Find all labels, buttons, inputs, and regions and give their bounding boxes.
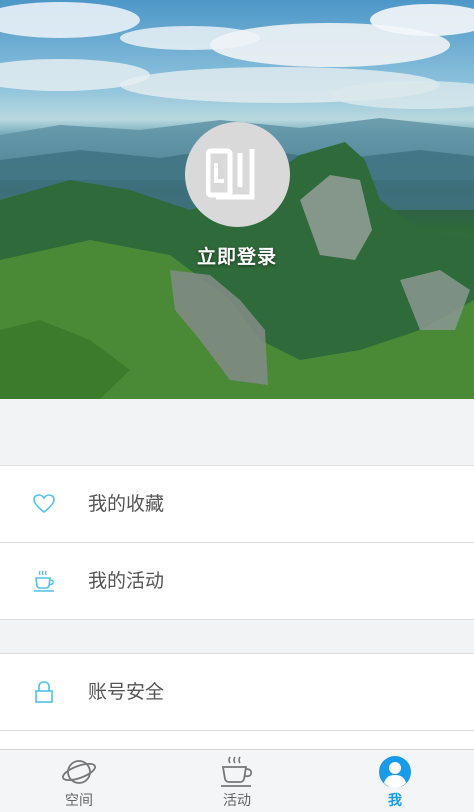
tab-me[interactable]: 我 bbox=[316, 750, 474, 812]
user-icon bbox=[379, 756, 411, 788]
profile-header: 立即登录 bbox=[0, 0, 474, 399]
menu-item-label: 账号安全 bbox=[88, 681, 165, 703]
login-button[interactable]: 立即登录 bbox=[0, 242, 474, 269]
coffee-cup-icon bbox=[34, 570, 54, 592]
tab-label: 活动 bbox=[223, 793, 251, 809]
primary-menu: 我的收藏 我的活动 bbox=[0, 465, 474, 620]
lock-icon bbox=[35, 681, 53, 703]
menu-item-activities[interactable]: 我的活动 bbox=[0, 542, 474, 619]
bottom-tab-bar: 空间 活动 我 bbox=[0, 749, 474, 812]
planet-icon bbox=[61, 760, 97, 784]
tab-label: 我 bbox=[388, 793, 402, 809]
coffee-cup-icon bbox=[221, 756, 252, 787]
tab-space[interactable]: 空间 bbox=[0, 750, 158, 812]
tab-activities[interactable]: 活动 bbox=[158, 750, 316, 812]
tab-label: 空间 bbox=[65, 793, 93, 809]
menu-item-favorites[interactable]: 我的收藏 bbox=[0, 466, 474, 542]
heart-icon bbox=[33, 494, 55, 514]
app-logo-icon bbox=[205, 148, 254, 199]
secondary-menu: 账号安全 bbox=[0, 653, 474, 750]
menu-item-label: 我的收藏 bbox=[88, 493, 165, 515]
menu-item-label: 我的活动 bbox=[88, 570, 165, 592]
menu-item-account-security[interactable]: 账号安全 bbox=[0, 654, 474, 731]
avatar[interactable] bbox=[185, 122, 290, 227]
